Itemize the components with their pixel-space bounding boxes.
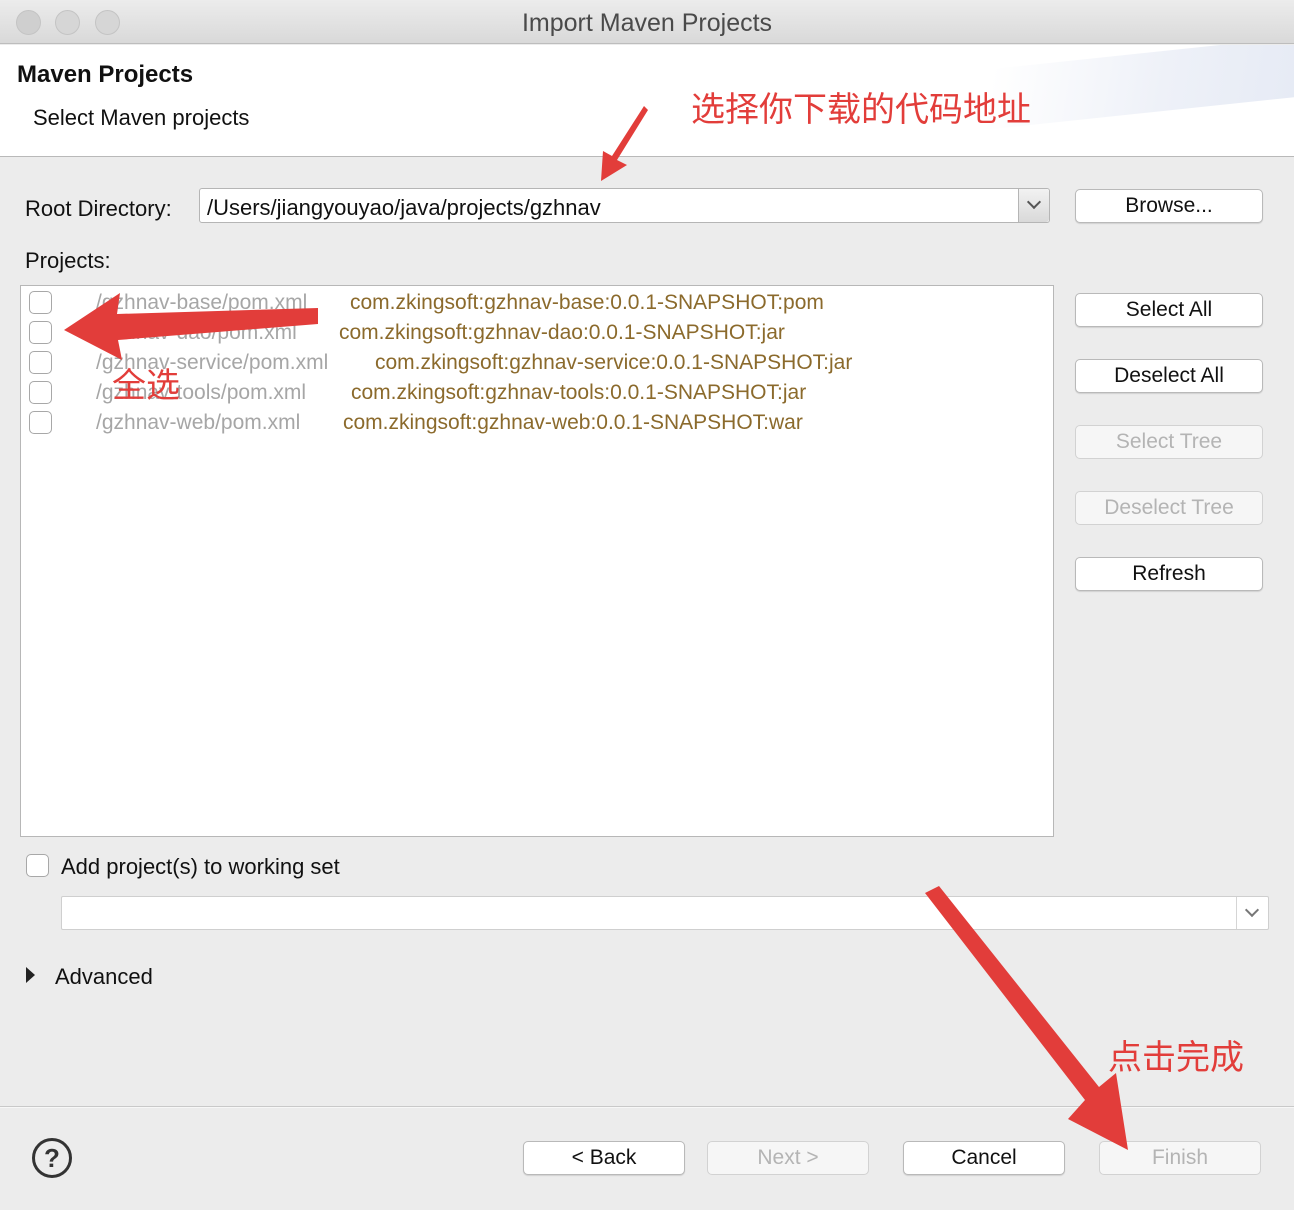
working-set-combo[interactable] [61, 896, 1269, 930]
wizard-header: Maven Projects Select Maven projects [0, 45, 1294, 157]
project-checkbox[interactable] [29, 321, 52, 344]
annotation-finish-hint: 点击完成 [1108, 1038, 1244, 1078]
working-set-label: Add project(s) to working set [61, 854, 340, 879]
working-set-dropdown-button[interactable] [1236, 897, 1268, 929]
root-directory-label: Root Directory: [25, 196, 172, 221]
project-row[interactable]: /gzhnav-dao/pom.xml com.zkingsoft:gzhnav… [21, 318, 1053, 348]
window-title: Import Maven Projects [521, 9, 773, 37]
project-row[interactable]: /gzhnav-base/pom.xml com.zkingsoft:gzhna… [21, 288, 1053, 318]
title-bar: Import Maven Projects [0, 0, 1294, 44]
finish-button[interactable]: Finish [1099, 1141, 1261, 1175]
chevron-down-icon [1026, 194, 1042, 210]
project-artifact-id: com.zkingsoft:gzhnav-base:0.0.1-SNAPSHOT… [350, 291, 824, 314]
project-path: /gzhnav-web/pom.xml [96, 411, 301, 434]
chevron-down-icon [1244, 902, 1260, 918]
project-artifact-id: com.zkingsoft:gzhnav-tools:0.0.1-SNAPSHO… [351, 381, 807, 404]
root-directory-combo[interactable]: /Users/jiangyouyao/java/projects/gzhnav [199, 188, 1050, 223]
project-artifact-id: com.zkingsoft:gzhnav-dao:0.0.1-SNAPSHOT:… [339, 321, 785, 344]
project-row[interactable]: /gzhnav-web/pom.xml com.zkingsoft:gzhnav… [21, 408, 1053, 438]
disclosure-triangle-icon[interactable] [26, 967, 35, 983]
page-subtitle: Select Maven projects [33, 105, 250, 130]
back-button[interactable]: < Back [523, 1141, 685, 1175]
annotation-root-hint: 选择你下载的代码地址 [691, 90, 1031, 130]
cancel-button[interactable]: Cancel [903, 1141, 1065, 1175]
next-button[interactable]: Next > [707, 1141, 869, 1175]
project-path: /gzhnav-base/pom.xml [96, 291, 308, 314]
deselect-all-button[interactable]: Deselect All [1075, 359, 1263, 393]
annotation-select-all-hint: 全选 [112, 366, 180, 406]
select-tree-button[interactable]: Select Tree [1075, 425, 1263, 459]
project-checkbox[interactable] [29, 351, 52, 374]
refresh-button[interactable]: Refresh [1075, 557, 1263, 591]
project-path: /gzhnav-dao/pom.xml [96, 321, 297, 344]
browse-button[interactable]: Browse... [1075, 189, 1263, 223]
root-directory-value[interactable]: /Users/jiangyouyao/java/projects/gzhnav [207, 195, 601, 221]
advanced-toggle[interactable]: Advanced [55, 964, 153, 990]
project-checkbox[interactable] [29, 381, 52, 404]
deselect-tree-button[interactable]: Deselect Tree [1075, 491, 1263, 525]
project-artifact-id: com.zkingsoft:gzhnav-web:0.0.1-SNAPSHOT:… [343, 411, 803, 434]
help-icon[interactable]: ? [32, 1138, 72, 1178]
select-all-button[interactable]: Select All [1075, 293, 1263, 327]
page-title: Maven Projects [17, 61, 194, 88]
footer-separator [0, 1106, 1294, 1108]
root-directory-dropdown-button[interactable] [1018, 189, 1049, 222]
projects-label: Projects: [25, 248, 111, 273]
project-checkbox[interactable] [29, 291, 52, 314]
project-artifact-id: com.zkingsoft:gzhnav-service:0.0.1-SNAPS… [375, 351, 853, 374]
working-set-checkbox[interactable] [26, 854, 49, 877]
project-checkbox[interactable] [29, 411, 52, 434]
